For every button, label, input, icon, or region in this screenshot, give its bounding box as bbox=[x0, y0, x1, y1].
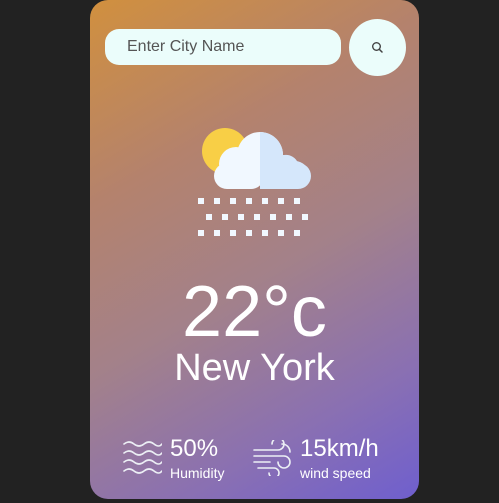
humidity-detail: 50% Humidity bbox=[122, 434, 242, 484]
city-name: New York bbox=[174, 347, 335, 389]
wind-label: wind speed bbox=[300, 465, 371, 481]
wind-icon bbox=[252, 437, 292, 481]
temperature-value: 22°c bbox=[182, 272, 327, 352]
humidity-label: Humidity bbox=[170, 465, 225, 481]
humidity-value: 50% bbox=[170, 435, 219, 462]
snow-cloud-sun-icon bbox=[196, 128, 312, 242]
city-search-input[interactable] bbox=[105, 29, 341, 65]
weather-card: 22°c New York 50% Humidity bbox=[90, 0, 419, 499]
wind-detail: 15km/h wind speed bbox=[252, 434, 402, 484]
search-icon bbox=[371, 41, 384, 54]
search-button[interactable] bbox=[349, 19, 406, 76]
humidity-waves-icon bbox=[122, 440, 163, 481]
wind-value: 15km/h bbox=[300, 435, 379, 462]
weather-details: 50% Humidity 15km/h wind speed bbox=[90, 434, 419, 484]
